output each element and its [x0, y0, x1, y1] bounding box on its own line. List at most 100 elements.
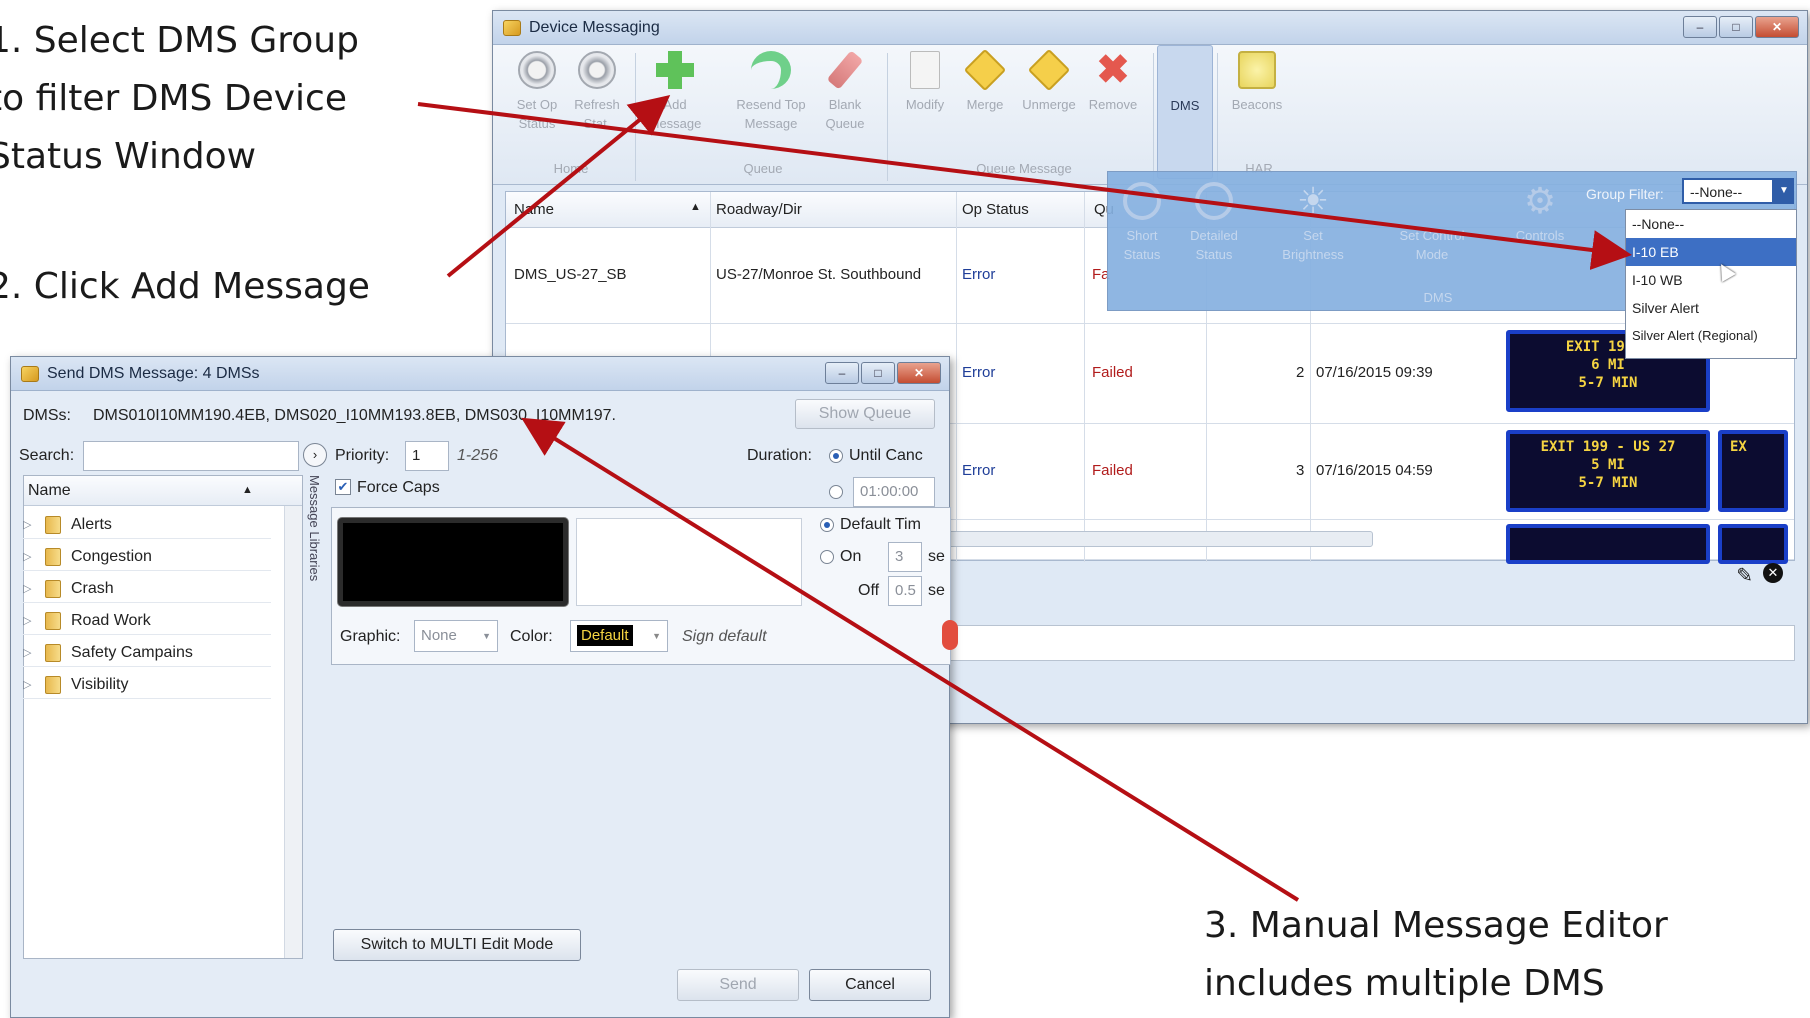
color-select[interactable]: Default ▼	[570, 620, 668, 652]
duration-time-input[interactable]: 01:00:00	[853, 477, 935, 507]
modify-icon	[910, 51, 940, 89]
add-message-button[interactable]: Add Message	[643, 45, 707, 133]
maximize-button[interactable]: □	[861, 362, 895, 384]
duration-time-option[interactable]	[829, 483, 849, 501]
show-queue-button[interactable]: Show Queue	[795, 399, 935, 429]
switch-to-multi-edit-button[interactable]: Switch to MULTI Edit Mode	[333, 929, 581, 961]
tree-item-alerts[interactable]: ▷ Alerts	[23, 511, 271, 539]
expand-arrow-icon[interactable]: ›	[303, 443, 327, 467]
folder-icon	[45, 611, 61, 630]
magnifier-icon	[1123, 182, 1161, 220]
resend-icon	[751, 51, 791, 89]
dms-button[interactable]: DMS	[1157, 45, 1213, 179]
maximize-button[interactable]: □	[1719, 16, 1753, 38]
beacons-button[interactable]: Beacons	[1225, 45, 1289, 114]
send-dms-title: Send DMS Message: 4 DMSs	[47, 364, 260, 382]
off-time-input[interactable]: 0.5	[888, 576, 922, 606]
on-timing-option[interactable]: On	[820, 548, 861, 566]
priority-label: Priority:	[335, 447, 390, 464]
minimize-button[interactable]: –	[825, 362, 859, 384]
modify-button[interactable]: Modify	[893, 45, 957, 114]
callout-step2: 2. Click Add Message	[0, 266, 370, 307]
column-roadway[interactable]: Roadway/Dir	[716, 201, 802, 218]
ribbon: Set Op Status Refresh Stat. Add Message …	[493, 45, 1807, 185]
set-op-status-icon	[518, 51, 556, 89]
group-option[interactable]: Silver Alert	[1626, 294, 1796, 322]
app-icon	[21, 365, 39, 382]
off-unit: se	[928, 582, 945, 599]
controls-button[interactable]: ⚙ Controls	[1500, 176, 1580, 245]
unmerge-icon	[1027, 48, 1071, 92]
close-circle-icon[interactable]: ✕	[1763, 563, 1783, 583]
priority-input[interactable]: 1	[405, 441, 449, 471]
folder-icon	[45, 547, 61, 566]
group-option[interactable]: --None--	[1626, 210, 1796, 238]
set-control-mode-button[interactable]: Set Control Mode	[1382, 176, 1482, 264]
tree-item-visibility[interactable]: ▷ Visibility	[23, 671, 271, 699]
gear-icon: ⚙	[1523, 180, 1557, 221]
status-indicator-icon	[942, 620, 958, 650]
device-messaging-titlebar: Device Messaging – □ ✕	[493, 11, 1807, 45]
tree-item-congestion[interactable]: ▷ Congestion	[23, 543, 271, 571]
group-filter-label: Group Filter:	[1586, 186, 1664, 202]
group-option[interactable]: I-10 WB	[1626, 266, 1796, 294]
tree-header[interactable]: Name ▲	[24, 476, 302, 506]
unmerge-button[interactable]: Unmerge	[1017, 45, 1081, 114]
search-input[interactable]	[83, 441, 299, 471]
tree-item-crash[interactable]: ▷ Crash	[23, 575, 271, 603]
tree-item-road-work[interactable]: ▷ Road Work	[23, 607, 271, 635]
chevron-down-icon: ▼	[482, 631, 491, 641]
group-option-selected[interactable]: I-10 EB	[1626, 238, 1796, 266]
message-text-input[interactable]	[576, 518, 802, 606]
ribbon-group-queue-message: Queue Message	[976, 161, 1072, 176]
column-name[interactable]: Name	[514, 201, 554, 218]
merge-button[interactable]: Merge	[953, 45, 1017, 114]
group-filter-select[interactable]: --None--	[1682, 178, 1774, 204]
chevron-down-icon: ▼	[652, 631, 661, 641]
default-timing-option[interactable]: Default Tim	[820, 516, 921, 534]
send-button[interactable]: Send	[677, 969, 799, 1001]
detail-icon	[1195, 182, 1233, 220]
tree-scrollbar[interactable]	[284, 506, 302, 958]
beacons-icon	[1238, 51, 1276, 89]
force-caps-label: Force Caps	[357, 479, 440, 496]
graphic-label: Graphic:	[340, 628, 401, 645]
sign-editor-preview[interactable]	[338, 518, 568, 606]
dms-group-label: DMS	[1423, 290, 1453, 305]
detailed-status-button[interactable]: Detailed Status	[1182, 176, 1246, 264]
force-caps-checkbox[interactable]: ✔	[335, 479, 351, 495]
refresh-status-button[interactable]: Refresh Stat.	[565, 45, 629, 133]
minimize-button[interactable]: –	[1683, 16, 1717, 38]
sign-default-note: Sign default	[682, 628, 767, 645]
merge-icon	[963, 48, 1007, 92]
set-op-status-button[interactable]: Set Op Status	[505, 45, 569, 133]
off-label: Off	[858, 582, 880, 599]
message-editor-panel: Default Tim On 3 se Off 0.5 se Graphic: …	[331, 507, 958, 665]
group-option[interactable]: Silver Alert (Regional)	[1626, 322, 1796, 350]
callout-step1: 1. Select DMS Group to filter DMS Device…	[0, 20, 359, 177]
column-op-status[interactable]: Op Status	[962, 201, 1029, 218]
sun-icon: ☀	[1296, 180, 1330, 221]
remove-button[interactable]: ✖ Remove	[1081, 45, 1145, 114]
close-button[interactable]: ✕	[1755, 16, 1799, 38]
graphic-select[interactable]: None ▼	[414, 620, 498, 652]
tree-item-safety-campaigns[interactable]: ▷ Safety Campains	[23, 639, 271, 667]
set-brightness-button[interactable]: ☀ Set Brightness	[1268, 176, 1358, 264]
on-time-input[interactable]: 3	[888, 542, 922, 572]
folder-icon	[45, 515, 61, 534]
bottom-input[interactable]	[873, 625, 1795, 661]
dms-icon	[1166, 52, 1204, 90]
pencil-icon[interactable]: ✎	[1736, 563, 1753, 588]
add-icon	[656, 51, 694, 89]
control-icon	[1413, 182, 1451, 220]
sign-preview-partial: EX	[1718, 430, 1788, 512]
dms-list: DMS010I10MM190.4EB, DMS020_I10MM193.8EB,…	[93, 407, 616, 424]
duration-until-cancel[interactable]: Until Canc	[829, 447, 923, 465]
resend-top-message-button[interactable]: Resend Top Message	[729, 45, 813, 133]
close-button[interactable]: ✕	[897, 362, 941, 384]
chevron-down-icon[interactable]: ▼	[1774, 178, 1794, 204]
folder-icon	[45, 675, 61, 694]
short-status-button[interactable]: Short Status	[1110, 176, 1174, 264]
blank-queue-button[interactable]: Blank Queue	[813, 45, 877, 133]
cancel-button[interactable]: Cancel	[809, 969, 931, 1001]
